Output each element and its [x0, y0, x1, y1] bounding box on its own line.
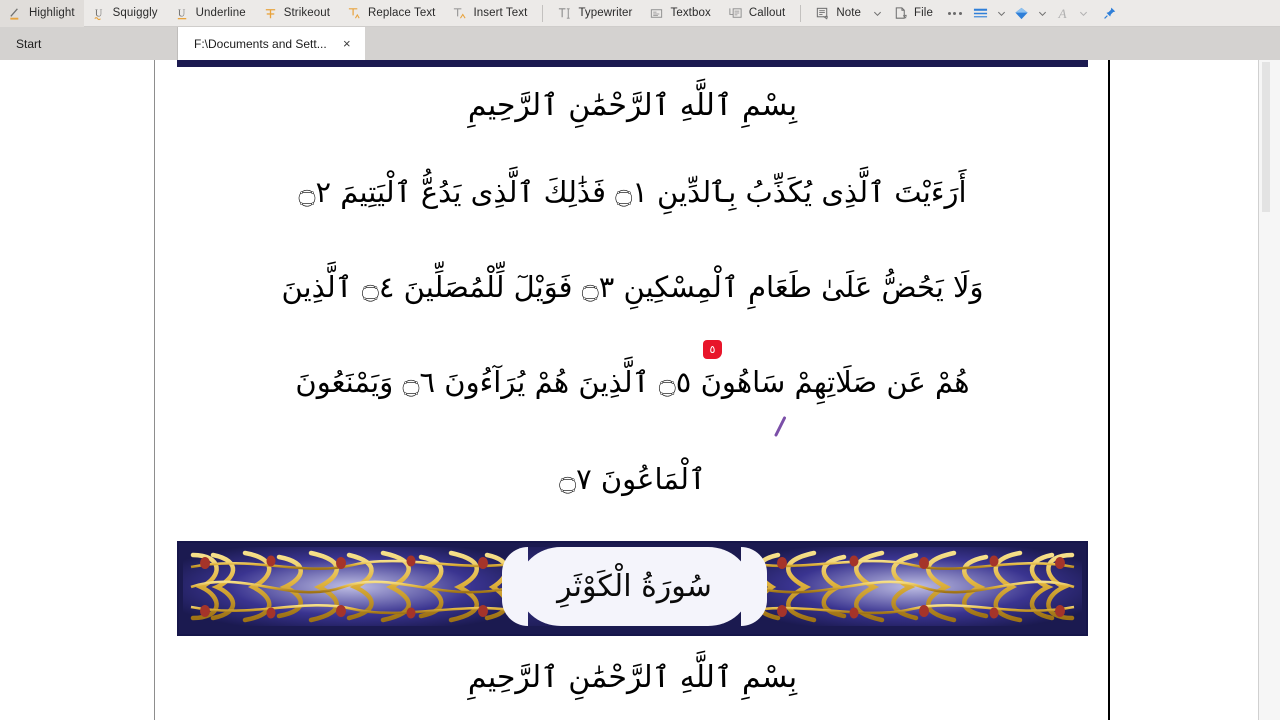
line-thickness-icon — [974, 8, 988, 17]
document-tab-strip: Start F:\Documents and Sett... × — [0, 27, 1280, 60]
arabesque-ornament-right — [746, 547, 1082, 626]
basmala-line-bottom: بِسْمِ ٱللَّهِ ٱلرَّحْمَٰنِ ٱلرَّحِيمِ — [467, 660, 798, 695]
overflow-dot — [958, 11, 962, 15]
callout-icon — [728, 6, 743, 21]
color-fill-icon — [1015, 7, 1029, 19]
ayah-line-5-6: هُمْ عَن صَلَاتِهِمْ سَاهُونَ ۝٥ ٱلَّذِي… — [295, 365, 970, 399]
basmala-line-top: بِسْمِ ٱللَّهِ ٱلرَّحْمَٰنِ ٱلرَّحِيمِ — [467, 88, 798, 123]
tool-insert-text[interactable]: Insert Text — [444, 0, 536, 27]
squiggly-icon: U — [92, 6, 107, 21]
chevron-down-icon — [997, 11, 1005, 16]
page-inner-border — [1108, 60, 1110, 720]
chevron-down-icon — [874, 11, 882, 16]
tab-start[interactable]: Start — [0, 27, 178, 60]
tool-textbox-label: Textbox — [670, 7, 711, 19]
surah-title-text: سُورَةُ الْكَوْثَرِ — [557, 569, 712, 604]
previous-surah-banner-edge — [177, 60, 1088, 67]
tab-document-0[interactable]: F:\Documents and Sett... × — [178, 27, 365, 60]
tab-document-0-title: F:\Documents and Sett... — [194, 36, 327, 51]
surah-title-cartouche: سُورَةُ الْكَوْثَرِ — [502, 547, 767, 626]
tool-insert-text-label: Insert Text — [473, 7, 528, 19]
highlight-icon — [8, 6, 23, 21]
svg-text:U: U — [177, 8, 185, 19]
toolbar-separator-1 — [542, 4, 544, 22]
tool-underline[interactable]: U Underline — [167, 0, 255, 27]
pdf-page: بِسْمِ ٱللَّهِ ٱلرَّحْمَٰنِ ٱلرَّحِيمِ أ… — [156, 60, 1258, 720]
arabesque-ornament-left — [183, 547, 519, 626]
viewer-left-gutter — [0, 60, 155, 720]
ayah-line-3-4: وَلَا يَحُضُّ عَلَىٰ طَعَامِ ٱلْمِسْكِين… — [281, 270, 984, 304]
overflow-dot — [947, 11, 951, 15]
tool-callout[interactable]: Callout — [720, 0, 795, 27]
tool-replace-text[interactable]: Replace Text — [339, 0, 444, 27]
tool-strikeout-label: Strikeout — [283, 7, 330, 19]
note-annotation-marker[interactable]: ٥ — [703, 340, 722, 359]
tool-highlight-label: Highlight — [29, 7, 75, 19]
textbox-icon — [649, 6, 664, 21]
tool-highlight[interactable]: Highlight — [0, 0, 84, 27]
note-dropdown-caret[interactable] — [870, 0, 885, 27]
chevron-down-icon — [1079, 11, 1087, 16]
tool-underline-label: Underline — [195, 7, 246, 19]
tool-textbox[interactable]: Textbox — [641, 0, 719, 27]
strikeout-icon — [263, 6, 278, 21]
tool-note-label: Note — [836, 7, 862, 19]
fill-color-dropdown-caret[interactable] — [1035, 0, 1050, 27]
tab-start-label: Start — [16, 36, 42, 51]
pin-icon — [1104, 7, 1116, 19]
tool-typewriter-label: Typewriter — [578, 7, 633, 19]
banner-bottom-rule — [183, 626, 1086, 632]
tool-typewriter[interactable]: Typewriter — [549, 0, 641, 27]
ayah-line-1-2: أَرَءَيْتَ ٱلَّذِى يُكَذِّبُ بِٱلدِّينِ … — [298, 175, 967, 209]
insert-text-icon — [452, 6, 467, 21]
font-letter-a-icon: A — [1058, 6, 1068, 21]
tool-squiggly-label: Squiggly — [112, 7, 158, 19]
line-style-dropdown-caret[interactable] — [994, 0, 1009, 27]
pdf-viewer: بِسْمِ ٱللَّهِ ٱلرَّحْمَٰنِ ٱلرَّحِيمِ أ… — [0, 60, 1280, 720]
vertical-scrollbar-track[interactable] — [1258, 60, 1280, 720]
font-style-button[interactable]: A — [1050, 0, 1076, 27]
close-icon[interactable]: × — [339, 36, 355, 52]
tool-strikeout[interactable]: Strikeout — [255, 0, 339, 27]
tool-file-label: File — [914, 7, 933, 19]
tool-replace-text-label: Replace Text — [368, 7, 436, 19]
toolbar-overflow-button[interactable] — [942, 0, 968, 27]
toolbar-separator-2 — [800, 4, 802, 22]
file-attach-icon — [893, 6, 908, 21]
pin-toolbar-button[interactable] — [1097, 0, 1123, 27]
chevron-down-icon — [1038, 11, 1046, 16]
annotation-toolbar: Highlight U Squiggly U Underline Strikeo… — [0, 0, 1280, 27]
tool-callout-label: Callout — [748, 7, 786, 19]
svg-text:A: A — [1058, 6, 1068, 21]
fill-color-button[interactable] — [1009, 0, 1035, 27]
underline-icon: U — [175, 6, 190, 21]
note-icon — [815, 6, 830, 21]
replace-text-icon — [347, 6, 362, 21]
line-style-button[interactable] — [968, 0, 994, 27]
tool-squiggly[interactable]: U Squiggly — [84, 0, 167, 27]
ayah-line-7: ٱلْمَاعُونَ ۝٧ — [559, 462, 706, 496]
pen-annotation-stroke[interactable] — [772, 416, 788, 438]
font-style-dropdown-caret[interactable] — [1076, 0, 1091, 27]
typewriter-icon — [557, 6, 572, 21]
overflow-dot — [953, 11, 957, 15]
tool-file-attach[interactable]: File — [885, 0, 942, 27]
vertical-scrollbar-thumb[interactable] — [1262, 62, 1270, 212]
surah-header-banner: سُورَةُ الْكَوْثَرِ — [177, 541, 1088, 636]
tool-note[interactable]: Note — [807, 0, 870, 27]
